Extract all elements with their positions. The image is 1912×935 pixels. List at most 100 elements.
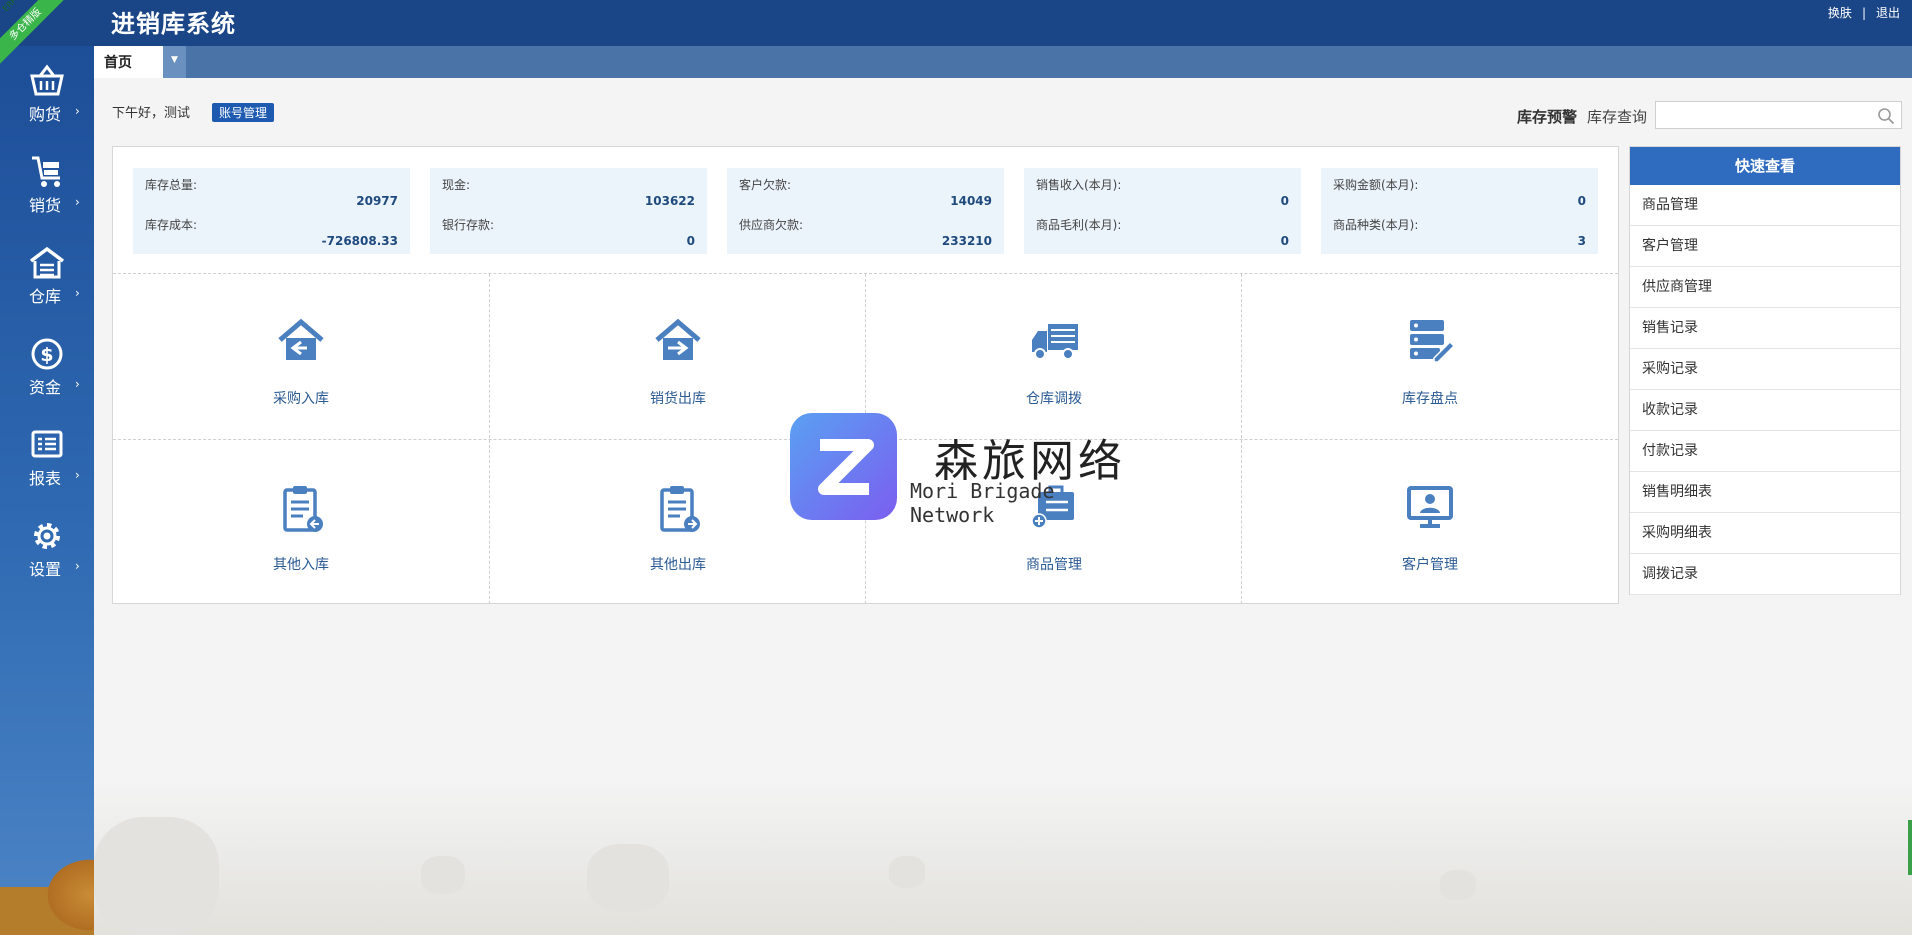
quick-item-receipt-records[interactable]: 收款记录 xyxy=(1630,390,1900,431)
stat-label: 采购金额(本月): xyxy=(1333,178,1419,192)
tile-label: 库存盘点 xyxy=(1402,391,1458,407)
stat-label: 现金: xyxy=(442,178,471,192)
tile-purchase-in[interactable]: 采购入库 xyxy=(113,274,489,439)
erp-tag: ERP xyxy=(1,0,19,14)
stat-value: 14049 xyxy=(950,194,992,208)
stat-label: 供应商欠款: xyxy=(739,218,804,232)
edition-label: 多仓精版 xyxy=(0,0,70,70)
tile-inventory-check[interactable]: 库存盘点 xyxy=(1242,274,1618,439)
chevron-right-icon: › xyxy=(75,195,80,209)
chevron-right-icon: › xyxy=(75,468,80,482)
hay-bale-decoration xyxy=(1440,870,1476,900)
customer-icon xyxy=(1407,486,1453,528)
sidebar-item-sales[interactable]: 销货 › xyxy=(0,145,94,225)
stat-label: 商品毛利(本月): xyxy=(1036,218,1122,232)
stat-label: 库存成本: xyxy=(145,218,198,232)
clipboard-in-icon xyxy=(283,486,323,532)
stat-label: 销售收入(本月): xyxy=(1036,178,1122,192)
inventory-check-icon xyxy=(1410,320,1454,363)
edition-corner-badge: 多仓精版 ERP xyxy=(0,0,70,70)
field-background xyxy=(94,780,1912,935)
stock-warning-link[interactable]: 库存预警 xyxy=(1517,106,1577,127)
quick-item-sales-records[interactable]: 销售记录 xyxy=(1630,308,1900,349)
hay-decoration xyxy=(0,815,94,935)
tile-other-in[interactable]: 其他入库 xyxy=(113,440,489,605)
tab-home[interactable]: 首页 xyxy=(94,46,163,78)
stat-value: 20977 xyxy=(356,194,398,208)
stat-value: 0 xyxy=(1280,194,1289,208)
quick-item-suppliers[interactable]: 供应商管理 xyxy=(1630,267,1900,308)
app-title: 进销库系统 xyxy=(111,10,236,38)
skin-link[interactable]: 换肤 xyxy=(1828,6,1852,20)
stat-label: 客户欠款: xyxy=(739,178,792,192)
sidebar-item-funds[interactable]: $ 资金 › xyxy=(0,327,94,407)
stat-value: -726808.33 xyxy=(321,234,398,248)
top-actions-separator: | xyxy=(1861,6,1866,20)
quick-item-purchase-records[interactable]: 采购记录 xyxy=(1630,349,1900,390)
quick-item-customers[interactable]: 客户管理 xyxy=(1630,226,1900,267)
tab-dropdown-button[interactable]: ▼ xyxy=(163,46,186,78)
chevron-right-icon: › xyxy=(75,559,80,573)
stat-value: 0 xyxy=(686,234,695,248)
stock-search-input[interactable] xyxy=(1656,102,1866,128)
sidebar-label-warehouse: 仓库 xyxy=(29,287,62,306)
sidebar-label-funds: 资金 xyxy=(29,378,62,397)
purchase-in-icon xyxy=(278,318,324,360)
sidebar-label-sales: 销货 xyxy=(29,196,62,215)
warehouse-icon xyxy=(29,246,65,279)
stat-value: 103622 xyxy=(644,194,695,208)
chevron-right-icon: › xyxy=(75,377,80,391)
tile-label: 采购入库 xyxy=(273,391,329,407)
logout-link[interactable]: 退出 xyxy=(1876,6,1900,20)
greeting-text: 下午好，测试 xyxy=(112,106,191,121)
sidebar-item-warehouse[interactable]: 仓库 › xyxy=(0,236,94,316)
stock-query-label: 库存查询 xyxy=(1587,108,1648,126)
top-actions: 换肤 | 退出 xyxy=(1828,4,1900,21)
stat-card-sales: 销售收入(本月): 0 商品毛利(本月): 0 xyxy=(1024,168,1301,254)
sidebar-label-settings: 设置 xyxy=(29,560,62,579)
account-management-button[interactable]: 账号管理 xyxy=(212,103,275,122)
chevron-right-icon: › xyxy=(75,104,80,118)
tile-label: 商品管理 xyxy=(1026,557,1082,573)
dashboard-panel: 库存总量: 20977 库存成本: -726808.33 现金: 103622 银行存… xyxy=(112,146,1619,604)
side-handle[interactable] xyxy=(1908,820,1912,875)
sidebar: 购货 › 销货 › 仓库 › $ 资金 › 报表 › 设置 › xyxy=(0,46,94,935)
stat-value: 233210 xyxy=(941,234,992,248)
stat-value: 3 xyxy=(1577,234,1586,248)
svg-text:$: $ xyxy=(40,344,53,366)
clipboard-out-icon xyxy=(660,486,700,532)
stat-card-inventory: 库存总量: 20977 库存成本: -726808.33 xyxy=(133,168,410,254)
tile-label: 其他入库 xyxy=(273,557,329,573)
tile-label: 仓库调拨 xyxy=(1026,391,1082,407)
stat-label: 商品种类(本月): xyxy=(1333,218,1419,232)
quick-view-title: 快速查看 xyxy=(1630,147,1900,185)
stock-search-box xyxy=(1655,101,1902,129)
quick-item-payment-records[interactable]: 付款记录 xyxy=(1630,431,1900,472)
hay-bale-decoration xyxy=(94,817,219,935)
quick-item-purchase-details[interactable]: 采购明细表 xyxy=(1630,513,1900,554)
quick-item-goods[interactable]: 商品管理 xyxy=(1630,185,1900,226)
hay-bale-decoration xyxy=(889,856,925,888)
sidebar-item-settings[interactable]: 设置 › xyxy=(0,509,94,589)
stat-card-debts: 客户欠款: 14049 供应商欠款: 233210 xyxy=(727,168,1004,254)
sidebar-item-reports[interactable]: 报表 › xyxy=(0,418,94,498)
report-icon xyxy=(31,430,63,458)
tile-label: 客户管理 xyxy=(1402,557,1458,573)
sidebar-label-reports: 报表 xyxy=(29,469,62,488)
gear-icon xyxy=(34,523,60,549)
tile-label: 其他出库 xyxy=(650,557,706,573)
watermark-brand-en: Mori Brigade Network xyxy=(910,479,1055,527)
quick-item-transfer-records[interactable]: 调拨记录 xyxy=(1630,554,1900,595)
stat-label: 库存总量: xyxy=(145,178,198,192)
tile-customer-management[interactable]: 客户管理 xyxy=(1242,440,1618,605)
stat-card-cash: 现金: 103622 银行存款: 0 xyxy=(430,168,707,254)
sidebar-label-purchase: 购货 xyxy=(29,105,62,124)
quick-item-sales-details[interactable]: 销售明细表 xyxy=(1630,472,1900,513)
hay-bale-decoration xyxy=(421,856,465,894)
tile-label: 销货出库 xyxy=(650,391,706,407)
cart-icon xyxy=(32,156,60,187)
search-icon[interactable] xyxy=(1877,107,1895,125)
stat-card-purchase: 采购金额(本月): 0 商品种类(本月): 3 xyxy=(1321,168,1598,254)
truck-icon xyxy=(1032,324,1078,360)
top-bar: 进销库系统 换肤 | 退出 xyxy=(0,0,1912,46)
